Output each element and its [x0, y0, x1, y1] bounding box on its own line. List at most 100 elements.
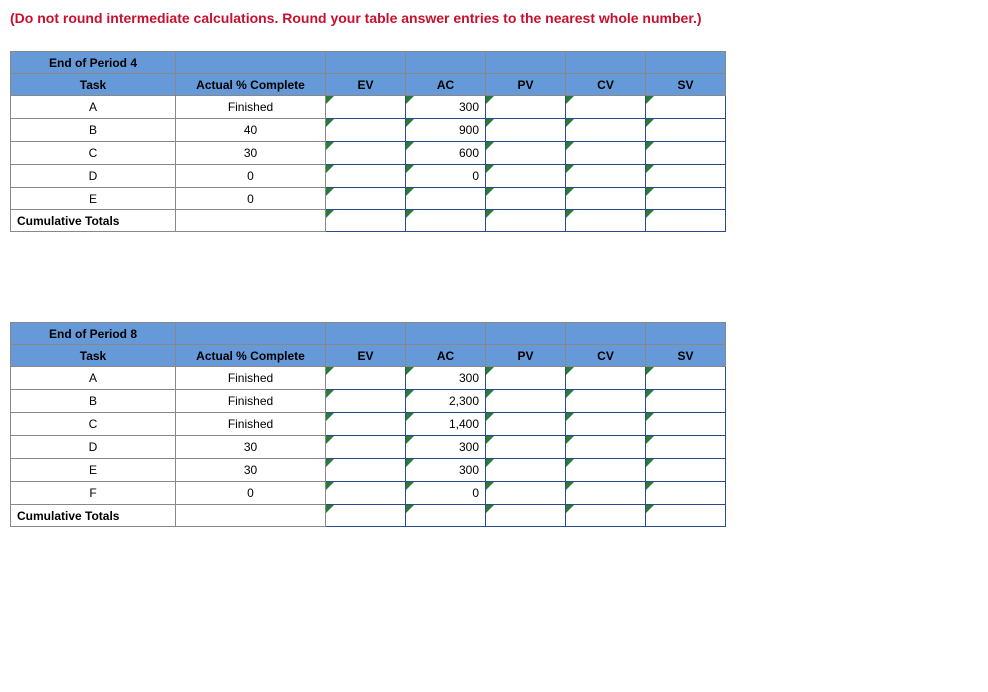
task-label: E — [11, 188, 176, 210]
sv-input[interactable] — [646, 413, 726, 436]
table-row: F 0 0 — [11, 482, 726, 505]
pv-input[interactable] — [486, 165, 566, 188]
total-ac-input[interactable] — [406, 505, 486, 527]
cv-input[interactable] — [566, 413, 646, 436]
sv-input[interactable] — [646, 459, 726, 482]
pv-input[interactable] — [486, 459, 566, 482]
ac-input[interactable]: 0 — [406, 482, 486, 505]
input-marker-icon — [326, 119, 334, 127]
cv-input[interactable] — [566, 188, 646, 210]
ev-input[interactable] — [326, 390, 406, 413]
input-marker-icon — [406, 505, 414, 513]
pv-input[interactable] — [486, 436, 566, 459]
ac-input[interactable] — [406, 188, 486, 210]
total-pv-input[interactable] — [486, 505, 566, 527]
ev-input[interactable] — [326, 188, 406, 210]
total-ev-input[interactable] — [326, 505, 406, 527]
pv-input[interactable] — [486, 188, 566, 210]
input-marker-icon — [326, 210, 334, 218]
input-marker-icon — [486, 505, 494, 513]
input-marker-icon — [566, 505, 574, 513]
pv-input[interactable] — [486, 119, 566, 142]
pct-value: 0 — [176, 482, 326, 505]
sv-input[interactable] — [646, 390, 726, 413]
ac-input[interactable]: 600 — [406, 142, 486, 165]
ac-input[interactable]: 300 — [406, 436, 486, 459]
ev-input[interactable] — [326, 459, 406, 482]
total-ev-input[interactable] — [326, 210, 406, 232]
total-sv-input[interactable] — [646, 505, 726, 527]
ev-input[interactable] — [326, 367, 406, 390]
ac-input[interactable]: 1,400 — [406, 413, 486, 436]
header-cv: CV — [566, 345, 646, 367]
ac-input[interactable]: 2,300 — [406, 390, 486, 413]
ev-input[interactable] — [326, 413, 406, 436]
input-marker-icon — [406, 413, 414, 421]
input-marker-icon — [326, 165, 334, 173]
pv-input[interactable] — [486, 142, 566, 165]
total-cv-input[interactable] — [566, 505, 646, 527]
cv-input[interactable] — [566, 482, 646, 505]
sv-input[interactable] — [646, 436, 726, 459]
input-marker-icon — [646, 413, 654, 421]
cv-input[interactable] — [566, 119, 646, 142]
header-task: Task — [11, 345, 176, 367]
input-marker-icon — [486, 482, 494, 490]
input-marker-icon — [566, 436, 574, 444]
ac-input[interactable]: 300 — [406, 96, 486, 119]
sv-input[interactable] — [646, 142, 726, 165]
cv-input[interactable] — [566, 142, 646, 165]
cv-input[interactable] — [566, 165, 646, 188]
table-row: A Finished 300 — [11, 367, 726, 390]
total-ac-input[interactable] — [406, 210, 486, 232]
table-row: D 0 0 — [11, 165, 726, 188]
ev-input[interactable] — [326, 482, 406, 505]
input-marker-icon — [646, 188, 654, 196]
total-cv-input[interactable] — [566, 210, 646, 232]
input-marker-icon — [326, 188, 334, 196]
table-row: D 30 300 — [11, 436, 726, 459]
ev-input[interactable] — [326, 96, 406, 119]
ac-input[interactable]: 300 — [406, 459, 486, 482]
pv-input[interactable] — [486, 413, 566, 436]
sv-input[interactable] — [646, 96, 726, 119]
input-marker-icon — [326, 436, 334, 444]
pv-input[interactable] — [486, 390, 566, 413]
ac-input[interactable]: 0 — [406, 165, 486, 188]
blank-header — [566, 323, 646, 345]
period4-title: End of Period 4 — [11, 52, 176, 74]
ev-input[interactable] — [326, 165, 406, 188]
total-pv-input[interactable] — [486, 210, 566, 232]
task-label: D — [11, 165, 176, 188]
cv-input[interactable] — [566, 436, 646, 459]
pv-input[interactable] — [486, 96, 566, 119]
input-marker-icon — [566, 142, 574, 150]
sv-input[interactable] — [646, 367, 726, 390]
ev-input[interactable] — [326, 119, 406, 142]
header-sv: SV — [646, 345, 726, 367]
blank-header — [326, 323, 406, 345]
input-marker-icon — [486, 96, 494, 104]
blank-header — [486, 323, 566, 345]
total-sv-input[interactable] — [646, 210, 726, 232]
input-marker-icon — [566, 390, 574, 398]
sv-input[interactable] — [646, 482, 726, 505]
sv-input[interactable] — [646, 188, 726, 210]
table-row: E 0 — [11, 188, 726, 210]
cv-input[interactable] — [566, 367, 646, 390]
task-label: B — [11, 390, 176, 413]
input-marker-icon — [566, 96, 574, 104]
sv-input[interactable] — [646, 165, 726, 188]
input-marker-icon — [486, 210, 494, 218]
pv-input[interactable] — [486, 482, 566, 505]
pct-value: 0 — [176, 165, 326, 188]
ac-input[interactable]: 900 — [406, 119, 486, 142]
cv-input[interactable] — [566, 390, 646, 413]
pv-input[interactable] — [486, 367, 566, 390]
ac-input[interactable]: 300 — [406, 367, 486, 390]
cv-input[interactable] — [566, 459, 646, 482]
sv-input[interactable] — [646, 119, 726, 142]
ev-input[interactable] — [326, 436, 406, 459]
ev-input[interactable] — [326, 142, 406, 165]
cv-input[interactable] — [566, 96, 646, 119]
